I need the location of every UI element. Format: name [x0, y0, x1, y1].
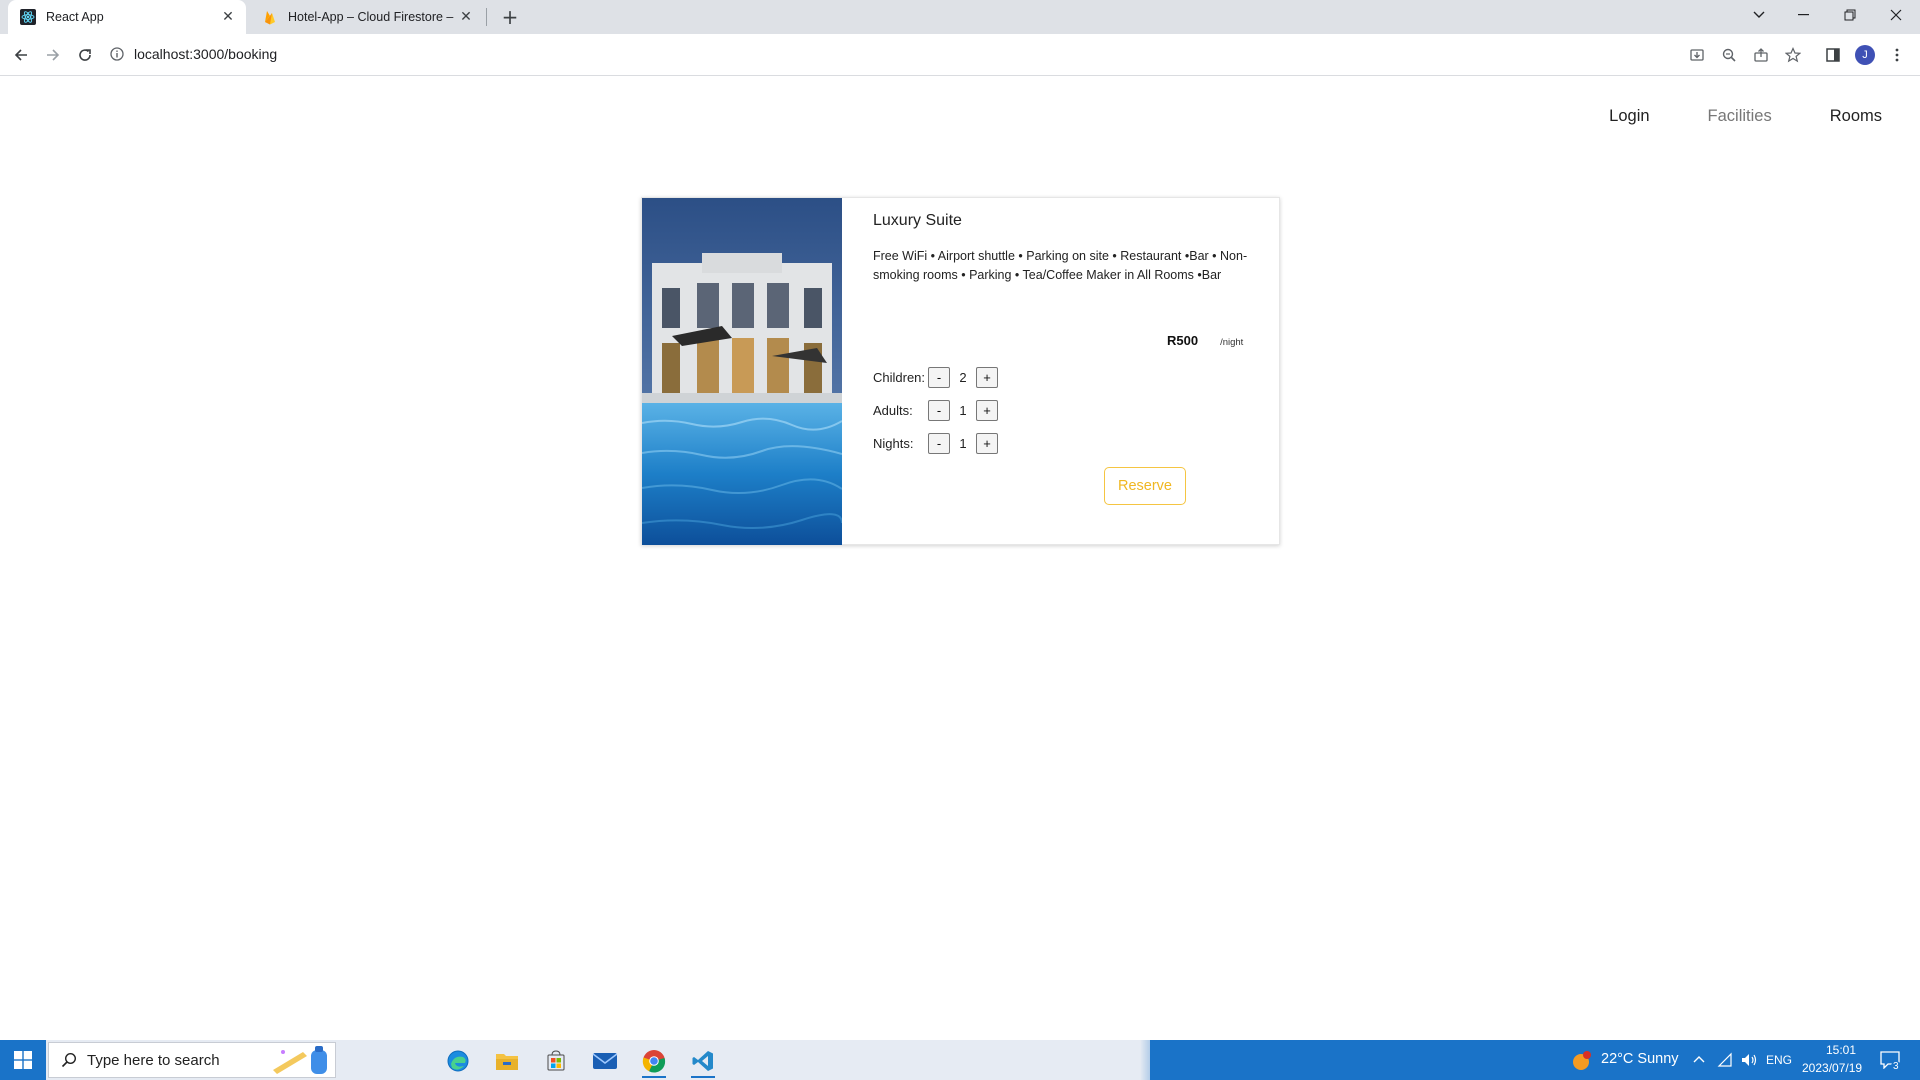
back-button[interactable] [9, 43, 33, 67]
price-row: R500 /night [1167, 333, 1243, 348]
children-increment-button[interactable]: + [976, 367, 998, 388]
booking-page: Login Facilities Rooms Luxury Suite Free… [0, 77, 1920, 1040]
zoom-icon[interactable] [1717, 43, 1741, 67]
children-label: Children: [873, 370, 926, 385]
tab-title: React App [46, 10, 104, 24]
forward-button[interactable] [41, 43, 65, 67]
price-unit: /night [1220, 337, 1244, 348]
adults-increment-button[interactable]: + [976, 400, 998, 421]
taskbar: Type here to search 22°C Sunny ENG 15:01… [0, 1040, 1920, 1080]
tab-strip: React App ✕ Hotel-App – Cloud Firestore … [0, 0, 1920, 34]
hotel-pool-photo [642, 198, 842, 545]
notification-count-badge: 3 [1891, 1061, 1901, 1072]
bookmark-star-icon[interactable] [1781, 43, 1805, 67]
weather-sun-icon[interactable] [1572, 1051, 1592, 1071]
react-icon [20, 9, 36, 25]
tab-search-button[interactable] [1737, 0, 1781, 30]
nights-decrement-button[interactable]: - [928, 433, 950, 454]
taskbar-search[interactable]: Type here to search [48, 1042, 336, 1078]
tab-react-app[interactable]: React App ✕ [8, 0, 246, 34]
nights-stepper: Nights: - 1 + [873, 433, 998, 454]
children-value: 2 [959, 370, 967, 385]
mail-taskbar-icon[interactable] [585, 1044, 625, 1078]
vscode-taskbar-icon[interactable] [683, 1044, 723, 1078]
close-icon[interactable]: ✕ [456, 7, 476, 27]
language-indicator[interactable]: ENG [1766, 1053, 1792, 1067]
tab-separator [486, 8, 487, 26]
nights-increment-button[interactable]: + [976, 433, 998, 454]
room-info: Luxury Suite Free WiFi • Airport shuttle… [873, 212, 1259, 285]
nav-login-link[interactable]: Login [1609, 107, 1649, 126]
chrome-taskbar-icon[interactable] [634, 1044, 674, 1078]
close-window-button[interactable] [1874, 0, 1918, 30]
adults-stepper: Adults: - 1 + [873, 400, 998, 421]
reserve-button[interactable]: Reserve [1104, 467, 1186, 505]
adults-value: 1 [959, 403, 967, 418]
tab-title: Hotel-App – Cloud Firestore – Fi [288, 10, 456, 24]
clock-time[interactable]: 15:01 [1816, 1043, 1866, 1057]
search-placeholder: Type here to search [87, 1051, 220, 1069]
new-tab-button[interactable]: + [498, 5, 522, 29]
search-icon [61, 1052, 77, 1068]
url-text[interactable]: localhost:3000/booking [134, 46, 277, 62]
minimize-button[interactable] [1782, 0, 1826, 30]
adults-decrement-button[interactable]: - [928, 400, 950, 421]
edge-taskbar-icon[interactable] [438, 1044, 478, 1078]
menu-icon[interactable] [1885, 43, 1909, 67]
network-icon[interactable] [1717, 1052, 1733, 1068]
windows-icon [14, 1051, 32, 1069]
browser-toolbar: localhost:3000/booking J [0, 34, 1920, 76]
address-bar[interactable]: localhost:3000/booking [110, 39, 1670, 69]
nights-value: 1 [959, 436, 967, 451]
store-taskbar-icon[interactable] [536, 1044, 576, 1078]
info-icon[interactable] [110, 47, 124, 61]
search-highlight-illustration [273, 1046, 327, 1074]
start-button[interactable] [0, 1040, 46, 1080]
nav-rooms-link[interactable]: Rooms [1830, 107, 1882, 126]
adults-label: Adults: [873, 403, 913, 418]
top-nav: Login Facilities Rooms [1551, 107, 1882, 126]
close-icon[interactable]: ✕ [218, 7, 238, 27]
room-title: Luxury Suite [873, 212, 962, 229]
children-stepper: Children: - 2 + [873, 367, 998, 388]
reload-button[interactable] [73, 43, 97, 67]
weather-text[interactable]: 22°C Sunny [1601, 1051, 1679, 1067]
clock-date[interactable]: 2023/07/19 [1802, 1061, 1862, 1075]
profile-avatar[interactable]: J [1853, 43, 1877, 67]
nights-label: Nights: [873, 436, 914, 451]
tab-firestore[interactable]: Hotel-App – Cloud Firestore – Fi ✕ [250, 0, 484, 34]
file-explorer-taskbar-icon[interactable] [487, 1044, 527, 1078]
side-panel-icon[interactable] [1821, 43, 1845, 67]
restore-button[interactable] [1828, 0, 1872, 30]
install-icon[interactable] [1685, 43, 1709, 67]
volume-icon[interactable] [1740, 1052, 1758, 1068]
room-price: R500 [1167, 333, 1199, 348]
nav-facilities-link[interactable]: Facilities [1708, 107, 1772, 126]
firebase-icon [265, 11, 275, 25]
room-amenities: Free WiFi • Airport shuttle • Parking on… [873, 249, 1248, 282]
room-card: Luxury Suite Free WiFi • Airport shuttle… [641, 197, 1280, 545]
share-icon[interactable] [1749, 43, 1773, 67]
children-decrement-button[interactable]: - [928, 367, 950, 388]
chevron-up-icon[interactable] [1693, 1054, 1705, 1064]
